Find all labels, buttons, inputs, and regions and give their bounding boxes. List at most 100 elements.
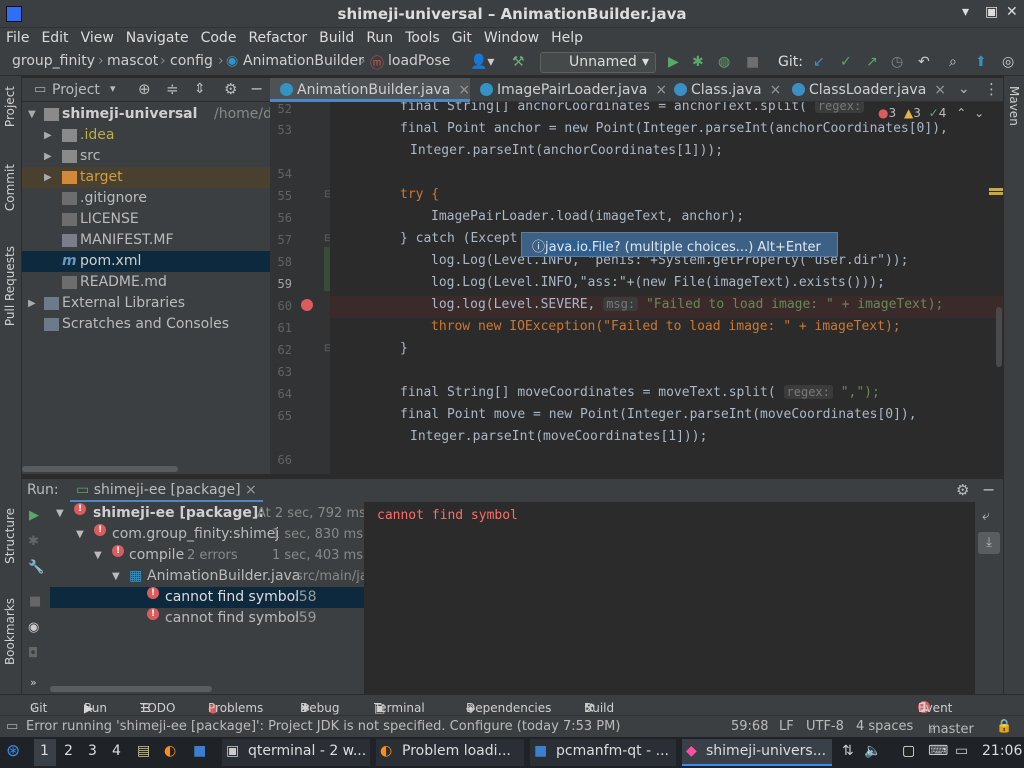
auto-import-popup[interactable]: ⓘjava.io.File? (multiple choices...) Alt… [521, 232, 838, 257]
task-intellij[interactable]: ◆ shimeji-univers... [682, 739, 832, 766]
tree-item-external-libraries[interactable]: ▶ External Libraries [22, 293, 270, 314]
menu-build[interactable]: Build [313, 28, 360, 48]
clipboard-icon[interactable]: ▢ [902, 743, 915, 759]
folder-launcher-icon[interactable]: ■ [193, 743, 206, 759]
tool-tab-project[interactable]: Project [3, 86, 17, 127]
stop-icon[interactable]: ■ [746, 54, 759, 70]
menu-file[interactable]: File [0, 28, 35, 48]
chevron-right-icon[interactable]: ▶ [28, 293, 36, 314]
maximize-icon[interactable]: ▣ [985, 4, 998, 20]
menu-help[interactable]: Help [545, 28, 589, 48]
tool-tab-structure[interactable]: Structure [3, 508, 17, 564]
workspace-4[interactable]: 4 [112, 743, 121, 759]
menu-navigate[interactable]: Navigate [120, 28, 195, 48]
tab-class[interactable]: Class.java × [668, 78, 781, 102]
inspection-widget[interactable]: ●3 ▲3 ✓4 ⌃ ⌄ [878, 106, 984, 120]
tree-item-readme[interactable]: README.md [22, 272, 270, 293]
chevron-down-icon[interactable]: ▼ [94, 545, 102, 566]
tree-item-manifest[interactable]: MANIFEST.MF [22, 230, 270, 251]
chevron-down-icon[interactable]: ▼ [112, 566, 120, 587]
stop-icon[interactable]: ■ [29, 594, 41, 609]
search-icon[interactable]: ⌕ [949, 54, 957, 70]
status-caret-position[interactable]: 59:68 [731, 719, 768, 734]
camera-icon[interactable]: ◘ [28, 646, 38, 661]
build-row-root[interactable]: ▼ ! shimeji-ee [package]: At 2 sec, 792 … [50, 503, 366, 524]
chevron-down-icon[interactable]: ▼ [76, 524, 84, 545]
menu-tools[interactable]: Tools [399, 28, 446, 48]
git-commit-icon[interactable]: ✓ [840, 54, 852, 70]
tree-item-gitignore[interactable]: .gitignore [22, 188, 270, 209]
locate-icon[interactable]: ⊕ [138, 80, 151, 98]
git-update-icon[interactable]: ↙ [813, 54, 825, 70]
more-icon[interactable]: » [30, 676, 37, 689]
tool-tab-commit[interactable]: Commit [3, 164, 17, 211]
build-row-file[interactable]: ▼ ▦ AnimationBuilder.java src/main/ja [50, 566, 368, 587]
breadcrumb-animationbuilder[interactable]: AnimationBuilder [243, 53, 364, 69]
start-menu-icon[interactable]: ⊛ [6, 741, 20, 761]
scroll-to-end-icon[interactable]: ⤓ [978, 532, 1000, 554]
hide-icon[interactable]: − [982, 480, 995, 499]
soft-wrap-icon[interactable]: ⤶ [982, 508, 990, 524]
files-launcher-icon[interactable]: ▤ [137, 743, 150, 759]
workspace-2[interactable]: 2 [64, 743, 73, 759]
tool-tab-pull-requests[interactable]: Pull Requests [3, 246, 17, 326]
firefox-launcher-icon[interactable]: ◐ [164, 743, 176, 759]
tab-imagepairloader[interactable]: ImagePairLoader.java × [474, 78, 667, 102]
wrench-icon[interactable]: 🔧 [28, 560, 44, 575]
run-configuration-dropdown[interactable]: Unnamed ▾ [540, 52, 656, 73]
tree-item-idea[interactable]: ▶ .idea [22, 125, 270, 146]
build-row-error-59[interactable]: ! cannot find symbol :59 [50, 608, 364, 629]
menu-window[interactable]: Window [478, 28, 545, 48]
workspace-3[interactable]: 3 [88, 743, 97, 759]
breadcrumb-mascot[interactable]: mascot [107, 53, 158, 69]
chevron-up-icon[interactable]: ⌃ [956, 106, 966, 120]
tab-classloader[interactable]: ClassLoader.java × [786, 78, 946, 102]
settings-logo-icon[interactable]: ◎ [1002, 54, 1014, 70]
gear-icon[interactable]: ⚙ [956, 481, 969, 499]
horizontal-scrollbar[interactable] [50, 686, 212, 692]
project-panel-title[interactable]: Project [52, 82, 100, 98]
run-tab[interactable]: ▭ shimeji-ee [package] × [70, 479, 263, 503]
tabs-dropdown-icon[interactable]: ⌄ [958, 81, 970, 97]
update-icon[interactable]: ⬆ [975, 54, 987, 70]
task-qterminal[interactable]: ▣ qterminal - 2 w... [222, 739, 370, 766]
gear-icon[interactable]: ⚙ [224, 80, 237, 98]
debug-icon[interactable]: ✱ [692, 54, 704, 70]
lock-icon[interactable]: 🔒 [996, 719, 1012, 734]
task-firefox[interactable]: ◐ Problem loadi... [376, 739, 524, 766]
git-push-icon[interactable]: ↗ [866, 54, 878, 70]
tree-item-root[interactable]: ▼ shimeji-universal /home/dartz [22, 104, 299, 125]
clock[interactable]: 21:06 [982, 743, 1022, 759]
eye-icon[interactable]: ◉ [28, 620, 39, 635]
menu-git[interactable]: Git [446, 28, 478, 48]
vertical-scrollbar[interactable] [996, 307, 1002, 367]
expand-icon[interactable]: ⇕ [194, 81, 206, 97]
battery-icon[interactable]: ▭ [955, 743, 968, 759]
status-message[interactable]: Error running 'shimeji-ee [package]': Pr… [26, 719, 620, 734]
chevron-down-icon[interactable]: ⌄ [974, 106, 984, 120]
code-editor[interactable]: final String[] anchorCoordinates = ancho… [330, 102, 1003, 474]
chevron-down-icon[interactable]: ▼ [28, 104, 36, 125]
breadcrumb-loadpose[interactable]: loadPose [388, 53, 450, 69]
tool-tab-bookmarks[interactable]: Bookmarks [3, 598, 17, 665]
menu-run[interactable]: Run [360, 28, 399, 48]
status-encoding[interactable]: UTF-8 [806, 719, 844, 734]
collapse-icon[interactable]: ≑ [166, 80, 179, 98]
user-icon[interactable]: 👤▾ [470, 54, 494, 70]
status-indent[interactable]: 4 spaces [856, 719, 913, 734]
close-icon[interactable]: × [934, 82, 946, 98]
menu-view[interactable]: View [75, 28, 120, 48]
task-pcmanfm[interactable]: ■ pcmanfm-qt - ... [530, 739, 676, 766]
debug-icon[interactable]: ✱ [28, 534, 39, 549]
breakpoint-icon[interactable] [301, 299, 313, 311]
tool-tab-maven[interactable]: Maven [1007, 86, 1021, 126]
chevron-down-icon[interactable]: ▾ [110, 82, 116, 95]
menu-edit[interactable]: Edit [35, 28, 74, 48]
git-history-icon[interactable]: ◷ [891, 54, 903, 70]
close-icon[interactable]: ✕ [1006, 4, 1018, 20]
minimize-icon[interactable]: ▾ [962, 4, 969, 20]
build-row-module[interactable]: ▼ ! com.group_finity:shimej 1 sec, 830 m… [50, 524, 364, 545]
build-hammer-icon[interactable]: ⚒ [512, 54, 525, 70]
close-icon[interactable]: × [245, 482, 257, 498]
status-line-separator[interactable]: LF [779, 719, 794, 734]
